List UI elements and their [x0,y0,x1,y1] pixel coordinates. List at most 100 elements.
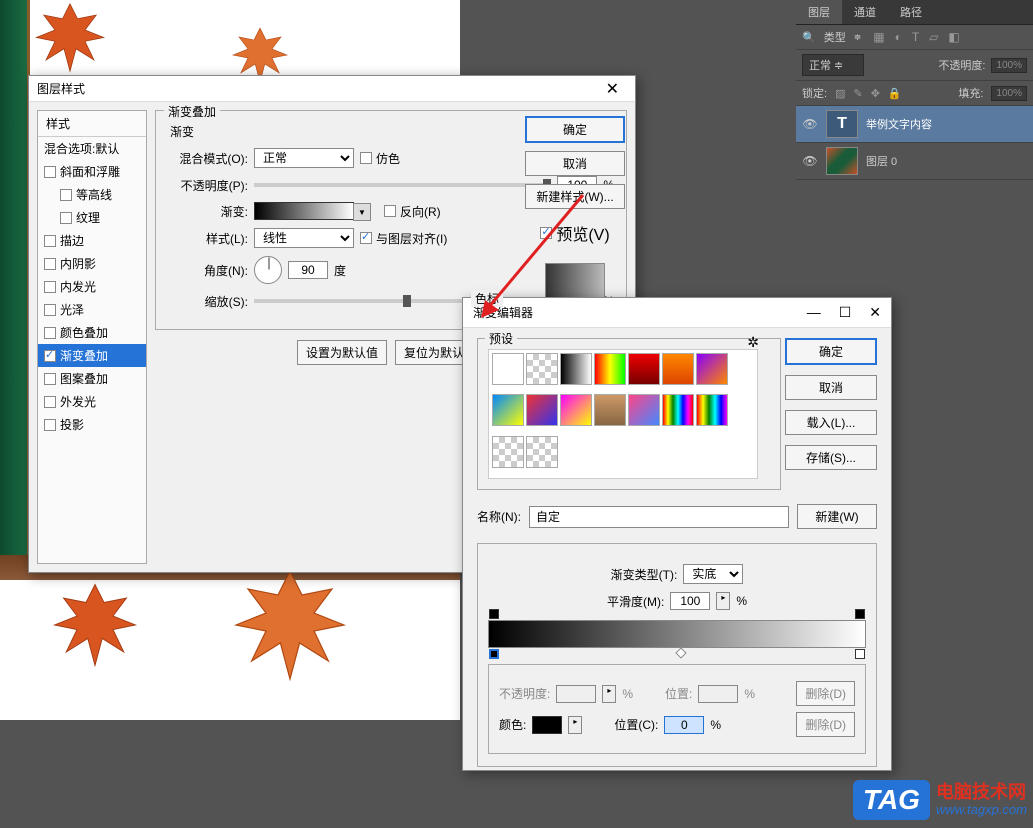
preset-swatch[interactable] [526,436,558,468]
blend-options-item[interactable]: 混合选项:默认 [38,137,146,160]
maximize-icon[interactable]: ☐ [839,304,852,321]
dialog-titlebar[interactable]: 渐变编辑器 — ☐ ✕ [463,298,891,328]
color-stop[interactable] [855,649,865,659]
layer-item-text[interactable]: 👁 T 举例文字内容 [796,106,1033,143]
lock-position-icon[interactable]: ✥ [871,87,880,100]
effect-item[interactable]: 光泽 [38,298,146,321]
opacity-stop[interactable] [489,609,499,619]
effect-checkbox[interactable] [44,166,56,178]
effect-item[interactable]: 颜色叠加 [38,321,146,344]
cancel-button[interactable]: 取消 [785,375,877,400]
lock-all-icon[interactable]: 🔒 [888,87,902,100]
preset-swatch[interactable] [696,353,728,385]
preset-swatch[interactable] [526,394,558,426]
kind-filter-icon[interactable]: 🔍 [802,31,816,44]
effect-item[interactable]: 斜面和浮雕 [38,160,146,183]
effect-item[interactable]: 内发光 [38,275,146,298]
effect-item[interactable]: 内阴影 [38,252,146,275]
opacity-stop[interactable] [855,609,865,619]
fill-value[interactable]: 100% [991,86,1027,101]
effect-item[interactable]: 外发光 [38,390,146,413]
effect-checkbox[interactable] [44,281,56,293]
tab-layers[interactable]: 图层 [796,0,842,24]
reverse-checkbox[interactable] [384,205,396,217]
effect-checkbox[interactable] [44,373,56,385]
lock-transparent-icon[interactable]: ▨ [835,87,845,100]
visibility-icon[interactable]: 👁 [802,117,818,131]
visibility-icon[interactable]: 👁 [802,154,818,168]
preset-swatch[interactable] [628,353,660,385]
smoothness-arrow-icon[interactable]: ▸ [716,592,730,610]
dither-checkbox[interactable] [360,152,372,164]
lock-pixels-icon[interactable]: ✎ [853,87,862,100]
style-select[interactable]: 线性 [254,228,354,248]
preset-swatch[interactable] [492,353,524,385]
color-stop[interactable] [489,649,499,659]
effect-checkbox[interactable] [44,304,56,316]
close-icon[interactable]: ✕ [869,304,881,321]
effect-checkbox[interactable] [44,350,56,362]
effect-checkbox[interactable] [44,327,56,339]
effect-checkbox[interactable] [44,258,56,270]
set-default-button[interactable]: 设置为默认值 [297,340,387,365]
effect-item[interactable]: 描边 [38,229,146,252]
save-button[interactable]: 存储(S)... [785,445,877,470]
cancel-button[interactable]: 取消 [525,151,625,176]
effect-checkbox[interactable] [44,235,56,247]
preset-swatch[interactable] [492,436,524,468]
blend-mode-dropdown[interactable]: 正常 ≑ [802,54,864,76]
minimize-icon[interactable]: — [807,304,821,321]
effect-checkbox[interactable] [44,396,56,408]
smoothness-input[interactable] [670,592,710,610]
position-c-input[interactable] [664,716,704,734]
opacity-value[interactable]: 100% [991,58,1027,73]
preset-swatch[interactable] [492,394,524,426]
name-input[interactable] [529,506,789,528]
effect-item[interactable]: 图案叠加 [38,367,146,390]
tab-channels[interactable]: 通道 [842,0,888,24]
effect-item[interactable]: 渐变叠加 [38,344,146,367]
filter-shape-icon[interactable]: ▱ [929,30,938,44]
arrow-icon[interactable]: ▸ [568,716,582,734]
preset-swatch[interactable] [594,353,626,385]
ok-button[interactable]: 确定 [785,338,877,365]
preset-swatch[interactable] [594,394,626,426]
align-checkbox[interactable] [360,232,372,244]
effect-checkbox[interactable] [60,212,72,224]
filter-pixel-icon[interactable]: ▦ [873,30,884,44]
effect-checkbox[interactable] [44,419,56,431]
preset-swatch[interactable] [662,394,694,426]
gear-icon[interactable]: ✲ [747,334,759,351]
layer-item-image[interactable]: 👁 图层 0 [796,143,1033,180]
type-select[interactable]: 实底 [683,564,743,584]
effect-checkbox[interactable] [60,189,72,201]
filter-smart-icon[interactable]: ◧ [948,30,959,44]
preset-swatch[interactable] [662,353,694,385]
delete-button[interactable]: 删除(D) [796,712,855,737]
opacity-slider[interactable] [254,183,551,187]
preset-swatch[interactable] [560,394,592,426]
load-button[interactable]: 载入(L)... [785,410,877,435]
close-icon[interactable]: ✕ [598,79,627,99]
preset-swatch[interactable] [560,353,592,385]
gradient-picker[interactable] [254,202,354,220]
effect-item[interactable]: 纹理 [38,206,146,229]
angle-input[interactable] [288,261,328,279]
preset-swatch[interactable] [628,394,660,426]
dialog-titlebar[interactable]: 图层样式 ✕ [29,76,635,102]
preset-swatch[interactable] [526,353,558,385]
midpoint-diamond[interactable] [675,647,686,658]
color-swatch[interactable] [532,716,562,734]
styles-header[interactable]: 样式 [38,111,146,137]
tab-paths[interactable]: 路径 [888,0,934,24]
effect-item[interactable]: 投影 [38,413,146,436]
filter-adjust-icon[interactable]: ◐ [895,30,902,44]
gradient-bar[interactable] [488,620,866,648]
preview-checkbox[interactable] [540,227,552,239]
effect-item[interactable]: 等高线 [38,183,146,206]
ok-button[interactable]: 确定 [525,116,625,143]
angle-dial[interactable] [254,256,282,284]
blend-mode-select[interactable]: 正常 [254,148,354,168]
new-button[interactable]: 新建(W) [797,504,877,529]
filter-type-icon[interactable]: T [912,30,919,44]
